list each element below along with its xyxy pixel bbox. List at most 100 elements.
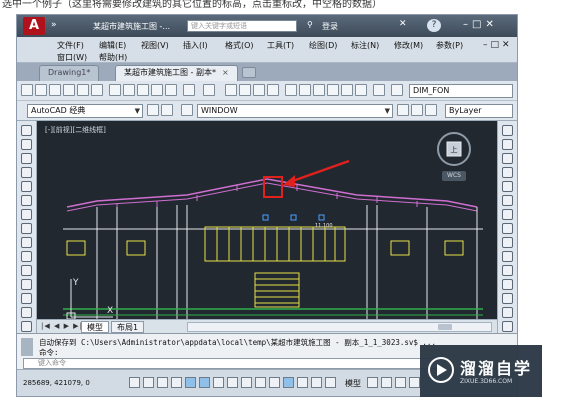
insert-block-icon[interactable] (21, 279, 32, 290)
trim-icon[interactable] (502, 251, 513, 262)
scale-icon[interactable] (502, 223, 513, 234)
menu-view[interactable]: 视图(V) (141, 40, 169, 51)
object-snap-icon[interactable] (199, 377, 210, 388)
infer-constraints-icon[interactable] (129, 377, 140, 388)
save-icon[interactable] (49, 84, 61, 96)
properties-icon[interactable] (285, 84, 297, 96)
quick-access-chevron-icon[interactable]: » (51, 20, 57, 30)
match-properties-icon[interactable] (151, 84, 163, 96)
help-button[interactable]: ? (427, 19, 441, 32)
exchange-icon[interactable]: ✕ (399, 19, 407, 29)
ellipse-icon[interactable] (21, 251, 32, 262)
horizontal-scrollbar[interactable] (187, 322, 492, 332)
workspace-select[interactable]: AutoCAD 经典 ▼ (27, 104, 143, 118)
quick-properties-icon[interactable] (297, 377, 308, 388)
line-tool-icon[interactable] (21, 125, 32, 136)
text-style-icon[interactable] (391, 84, 403, 96)
workspace-settings-icon[interactable] (147, 104, 159, 116)
snap-mode-icon[interactable] (143, 377, 154, 388)
rectangle-icon[interactable] (21, 181, 32, 192)
publish-icon[interactable] (91, 84, 103, 96)
document-window-controls[interactable]: –□✕ (483, 40, 513, 50)
chamfer-icon[interactable] (502, 307, 513, 318)
hatch-icon[interactable] (21, 321, 32, 332)
mirror-icon[interactable] (502, 153, 513, 164)
layer-previous-icon[interactable] (411, 104, 423, 116)
pan-icon[interactable] (225, 84, 237, 96)
erase-icon[interactable] (502, 125, 513, 136)
menu-help[interactable]: 帮助(H) (99, 52, 127, 63)
layout-nav-icon[interactable]: |◀ ◀ ▶ ▶| (41, 322, 83, 330)
tab-drawing1[interactable]: Drawing1* (39, 65, 100, 81)
drawing-canvas[interactable]: [-][前视][二维线框] 上 11.100 Y X WCS (37, 121, 497, 319)
fillet-icon[interactable] (502, 321, 513, 332)
new-file-icon[interactable] (21, 84, 33, 96)
object-snap-tracking-icon[interactable] (227, 377, 238, 388)
window-controls[interactable]: –□✕ (463, 19, 498, 30)
sheet-set-icon[interactable] (327, 84, 339, 96)
markup-icon[interactable] (341, 84, 353, 96)
copy-icon[interactable] (123, 84, 135, 96)
offset-icon[interactable] (502, 167, 513, 178)
revision-cloud-icon[interactable] (21, 223, 32, 234)
print-icon[interactable] (63, 84, 75, 96)
quick-view-layouts-icon[interactable] (367, 377, 378, 388)
grid-display-icon[interactable] (157, 377, 168, 388)
tab-active-drawing[interactable]: 某超市建筑施工图 - 副本* × (115, 65, 238, 81)
menu-edit[interactable]: 编辑(E) (99, 40, 126, 51)
lineweight-icon[interactable] (269, 377, 280, 388)
break-icon[interactable] (502, 279, 513, 290)
redo-icon[interactable] (203, 84, 215, 96)
calculator-icon[interactable] (355, 84, 367, 96)
point-icon[interactable] (21, 307, 32, 318)
transparency-icon[interactable] (283, 377, 294, 388)
close-icon[interactable]: × (222, 68, 229, 77)
menu-modify[interactable]: 修改(M) (394, 40, 423, 51)
wcs-button[interactable]: WCS (442, 171, 466, 181)
layer-manager-icon[interactable] (181, 104, 193, 116)
copy-object-icon[interactable] (502, 139, 513, 150)
open-file-icon[interactable] (35, 84, 47, 96)
spline-icon[interactable] (21, 237, 32, 248)
ellipse-arc-icon[interactable] (21, 265, 32, 276)
dynamic-input-icon[interactable] (255, 377, 266, 388)
app-logo-button[interactable]: A (23, 17, 45, 35)
dim-style-select[interactable]: DIM_FON (409, 84, 513, 98)
binoculars-icon[interactable]: ⚲ (307, 20, 313, 29)
tab-model[interactable]: 模型 (81, 321, 109, 333)
workspace-switch-icon[interactable] (409, 377, 420, 388)
menu-tools[interactable]: 工具(T) (267, 40, 294, 51)
search-input[interactable]: 键入关键字或短语 (187, 20, 297, 32)
arc-icon[interactable] (21, 195, 32, 206)
3d-osnap-icon[interactable] (213, 377, 224, 388)
menu-file[interactable]: 文件(F) (57, 40, 84, 51)
design-center-icon[interactable] (299, 84, 311, 96)
tool-palettes-icon[interactable] (313, 84, 325, 96)
layer-state-icon[interactable] (425, 104, 437, 116)
move-icon[interactable] (502, 195, 513, 206)
annotation-monitor-icon[interactable] (325, 377, 336, 388)
help-icon[interactable] (373, 84, 385, 96)
menu-window[interactable]: 窗口(W) (57, 52, 87, 63)
tab-layout1[interactable]: 布局1 (111, 321, 145, 333)
layer-select[interactable]: WINDOW ▼ (197, 104, 393, 118)
menu-format[interactable]: 格式(O) (225, 40, 254, 51)
rotate-icon[interactable] (502, 209, 513, 220)
join-icon[interactable] (502, 293, 513, 304)
model-space-toggle[interactable]: 模型 (345, 378, 361, 389)
circle-icon[interactable] (21, 209, 32, 220)
dynamic-ucs-icon[interactable] (241, 377, 252, 388)
construction-line-icon[interactable] (21, 139, 32, 150)
menu-parametric[interactable]: 参数(P) (436, 40, 463, 51)
command-input[interactable]: 键入命令 (23, 358, 443, 369)
command-grip-icon[interactable] (21, 338, 33, 356)
linetype-select[interactable]: ByLayer (445, 104, 513, 118)
make-block-icon[interactable] (21, 293, 32, 304)
scroll-thumb[interactable] (438, 324, 452, 330)
zoom-previous-icon[interactable] (267, 84, 279, 96)
menu-insert[interactable]: 插入(I) (183, 40, 208, 51)
annotation-scale-icon[interactable] (395, 377, 406, 388)
preview-icon[interactable] (77, 84, 89, 96)
workspace-save-icon[interactable] (161, 104, 173, 116)
cut-icon[interactable] (109, 84, 121, 96)
